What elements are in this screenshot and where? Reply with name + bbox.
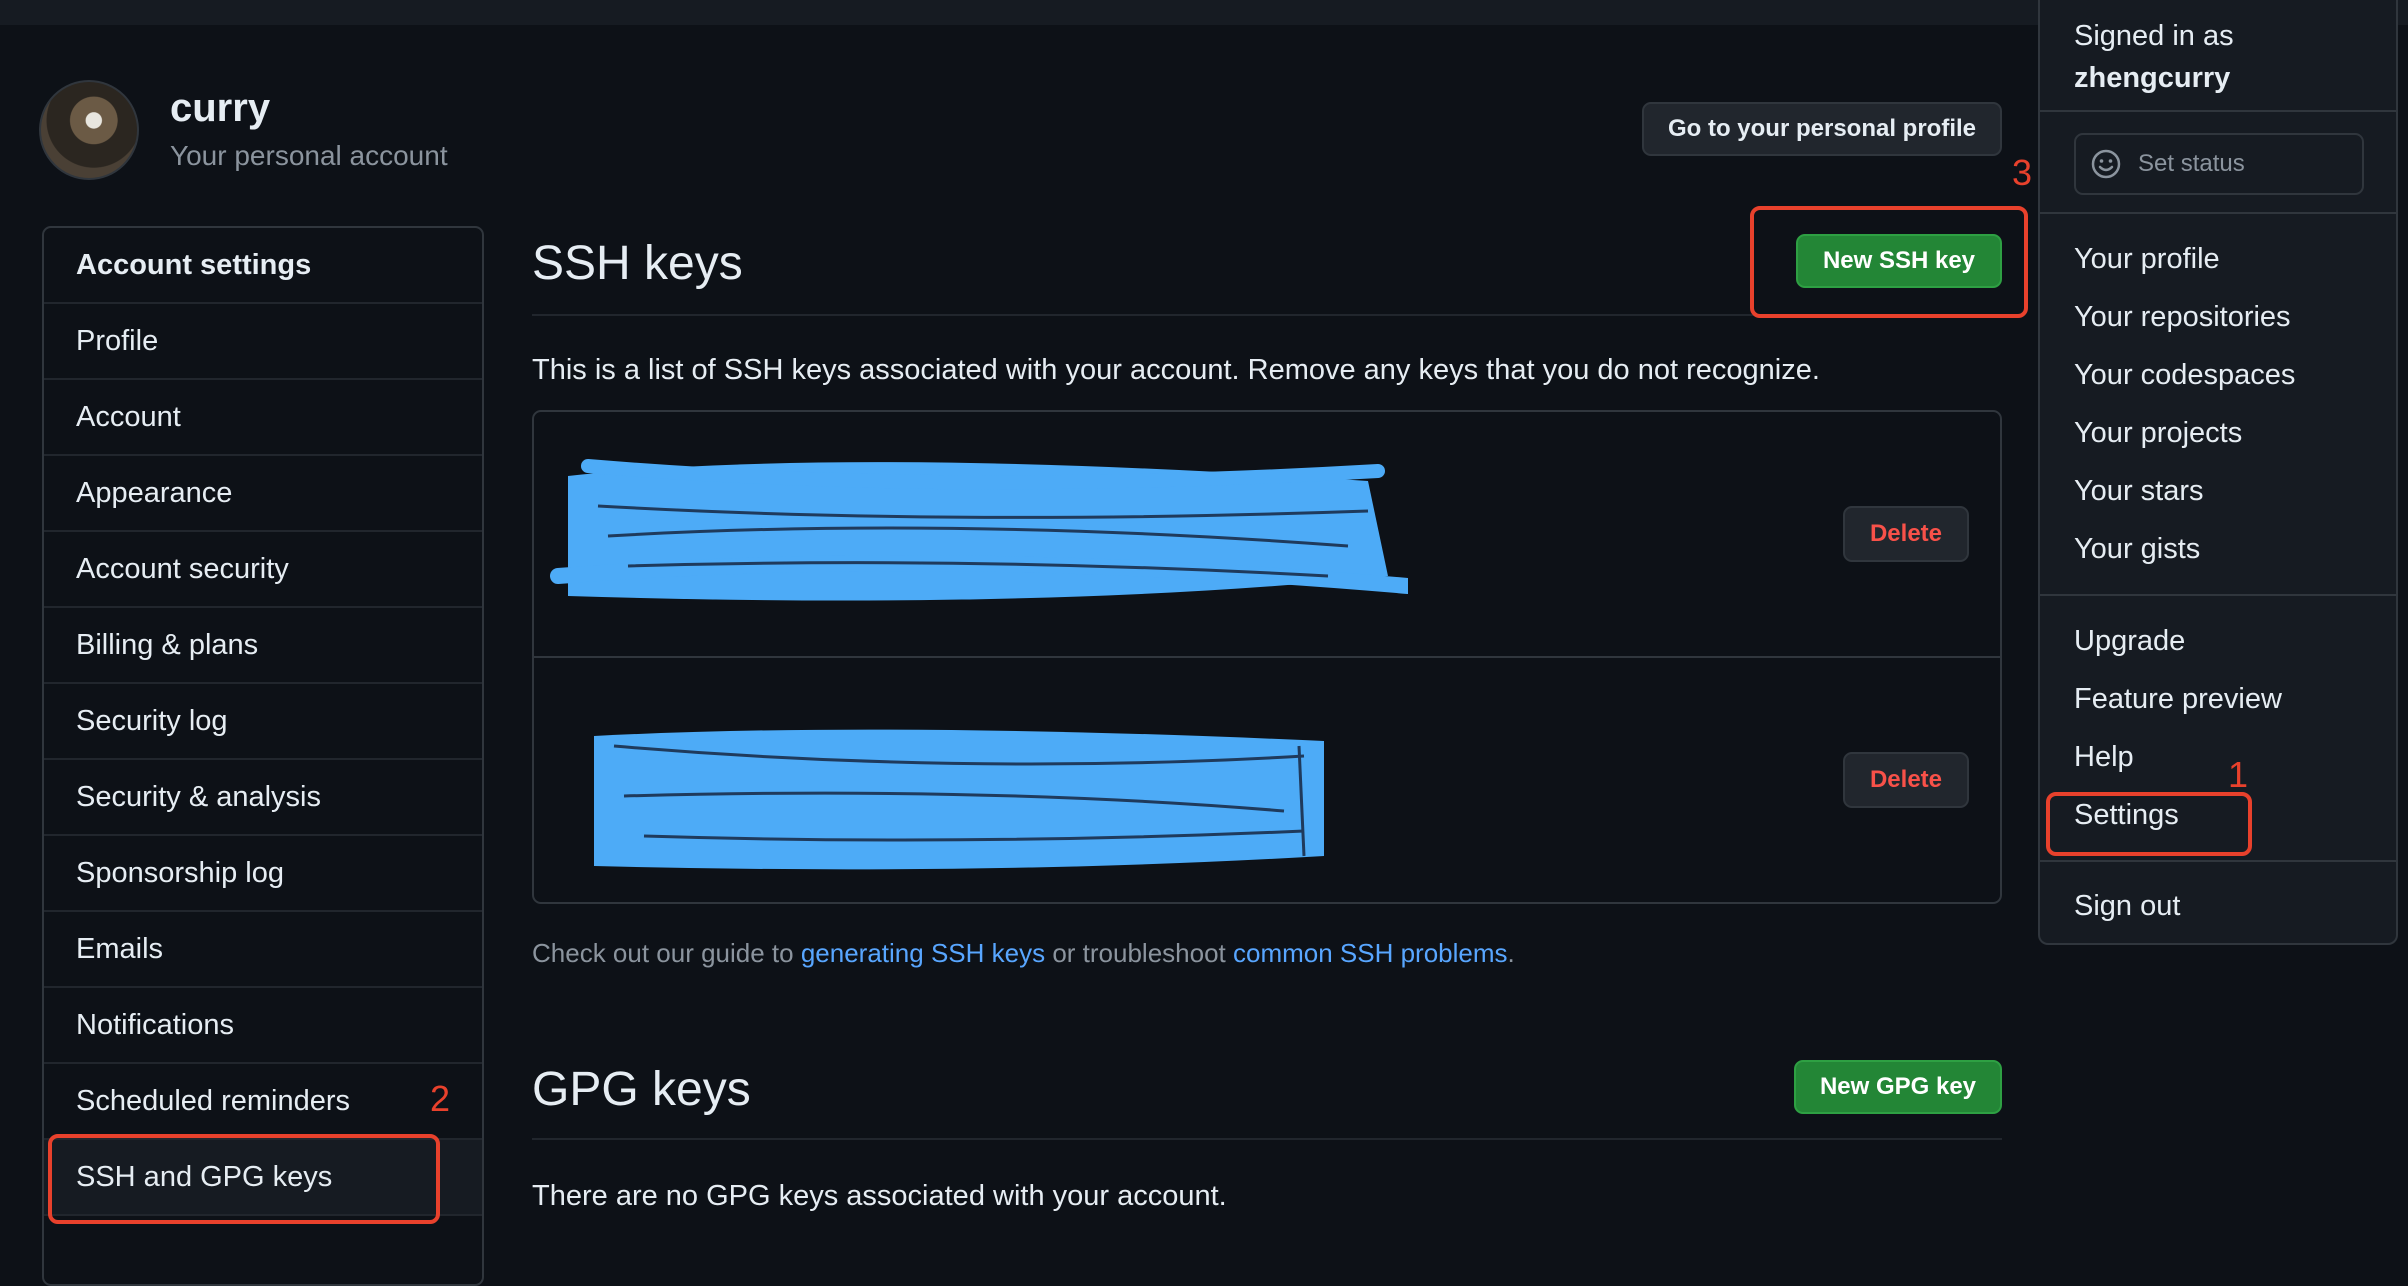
ssh-key-row: Delete <box>534 658 2000 904</box>
sidebar-item-sponsorship-log[interactable]: Sponsorship log <box>44 836 482 912</box>
redaction-scribble <box>594 729 1324 870</box>
gpg-empty-text: There are no GPG keys associated with yo… <box>532 1180 1227 1212</box>
settings-sidebar: Account settings Profile Account Appeara… <box>42 226 484 1286</box>
signed-in-label: Signed in as <box>2074 20 2234 52</box>
annotation-box-new-ssh-key <box>1750 206 2028 318</box>
ssh-keys-list: Delete Delete <box>532 410 2002 904</box>
smiley-icon <box>2091 149 2121 179</box>
sidebar-item-billing[interactable]: Billing & plans <box>44 608 482 684</box>
delete-ssh-key-button[interactable]: Delete <box>1843 752 1969 808</box>
sidebar-item-profile[interactable]: Profile <box>44 304 482 380</box>
sidebar-header: Account settings <box>44 228 482 304</box>
sidebar-item-account[interactable]: Account <box>44 380 482 456</box>
sidebar-item-notifications[interactable]: Notifications <box>44 988 482 1064</box>
menu-upgrade[interactable]: Upgrade <box>2074 625 2185 658</box>
annotation-box-settings <box>2046 792 2252 856</box>
menu-sign-out[interactable]: Sign out <box>2074 890 2180 923</box>
new-gpg-key-button[interactable]: New GPG key <box>1794 1060 2002 1114</box>
gpg-keys-title: GPG keys <box>532 1063 751 1116</box>
annotation-box-ssh-gpg-keys <box>48 1134 440 1224</box>
menu-your-projects[interactable]: Your projects <box>2074 417 2242 450</box>
delete-ssh-key-button[interactable]: Delete <box>1843 506 1969 562</box>
gpg-title-divider <box>532 1138 2002 1140</box>
account-subtitle: Your personal account <box>170 140 448 171</box>
dropdown-divider <box>2040 594 2396 596</box>
dropdown-divider <box>2040 110 2396 112</box>
ssh-key-row: Delete <box>534 412 2000 658</box>
common-ssh-problems-link[interactable]: common SSH problems <box>1233 938 1508 968</box>
guide-middle: or troubleshoot <box>1045 938 1233 968</box>
set-status-label: Set status <box>2138 150 2245 177</box>
sidebar-item-appearance[interactable]: Appearance <box>44 456 482 532</box>
dropdown-divider <box>2040 860 2396 862</box>
menu-your-gists[interactable]: Your gists <box>2074 533 2200 566</box>
menu-your-codespaces[interactable]: Your codespaces <box>2074 359 2295 392</box>
ssh-keys-title: SSH keys <box>532 237 743 290</box>
sidebar-item-security-analysis[interactable]: Security & analysis <box>44 760 482 836</box>
dropdown-username: zhengcurry <box>2074 62 2231 94</box>
sidebar-item-account-security[interactable]: Account security <box>44 532 482 608</box>
sidebar-item-scheduled-reminders[interactable]: Scheduled reminders <box>44 1064 482 1140</box>
redaction-scribble <box>550 459 1408 601</box>
sidebar-item-security-log[interactable]: Security log <box>44 684 482 760</box>
annotation-number-3: 3 <box>2012 152 2033 193</box>
set-status-button[interactable]: Set status <box>2074 133 2364 195</box>
guide-suffix: . <box>1507 938 1515 968</box>
sidebar-item-more[interactable] <box>44 1216 482 1284</box>
ssh-guide-text: Check out our guide to generating SSH ke… <box>532 938 1515 969</box>
sidebar-item-emails[interactable]: Emails <box>44 912 482 988</box>
guide-prefix: Check out our guide to <box>532 938 801 968</box>
menu-your-profile[interactable]: Your profile <box>2074 243 2220 276</box>
menu-your-repositories[interactable]: Your repositories <box>2074 301 2291 334</box>
ssh-description: This is a list of SSH keys associated wi… <box>532 354 1820 386</box>
menu-your-stars[interactable]: Your stars <box>2074 475 2204 508</box>
account-username: curry <box>170 86 271 130</box>
generating-ssh-keys-link[interactable]: generating SSH keys <box>801 938 1045 968</box>
menu-feature-preview[interactable]: Feature preview <box>2074 683 2282 716</box>
annotation-number-1: 1 <box>2228 754 2249 795</box>
dropdown-divider <box>2040 212 2396 214</box>
menu-help[interactable]: Help <box>2074 741 2134 774</box>
avatar[interactable] <box>39 80 139 180</box>
go-to-profile-button[interactable]: Go to your personal profile <box>1642 102 2002 156</box>
annotation-number-2: 2 <box>430 1078 451 1119</box>
